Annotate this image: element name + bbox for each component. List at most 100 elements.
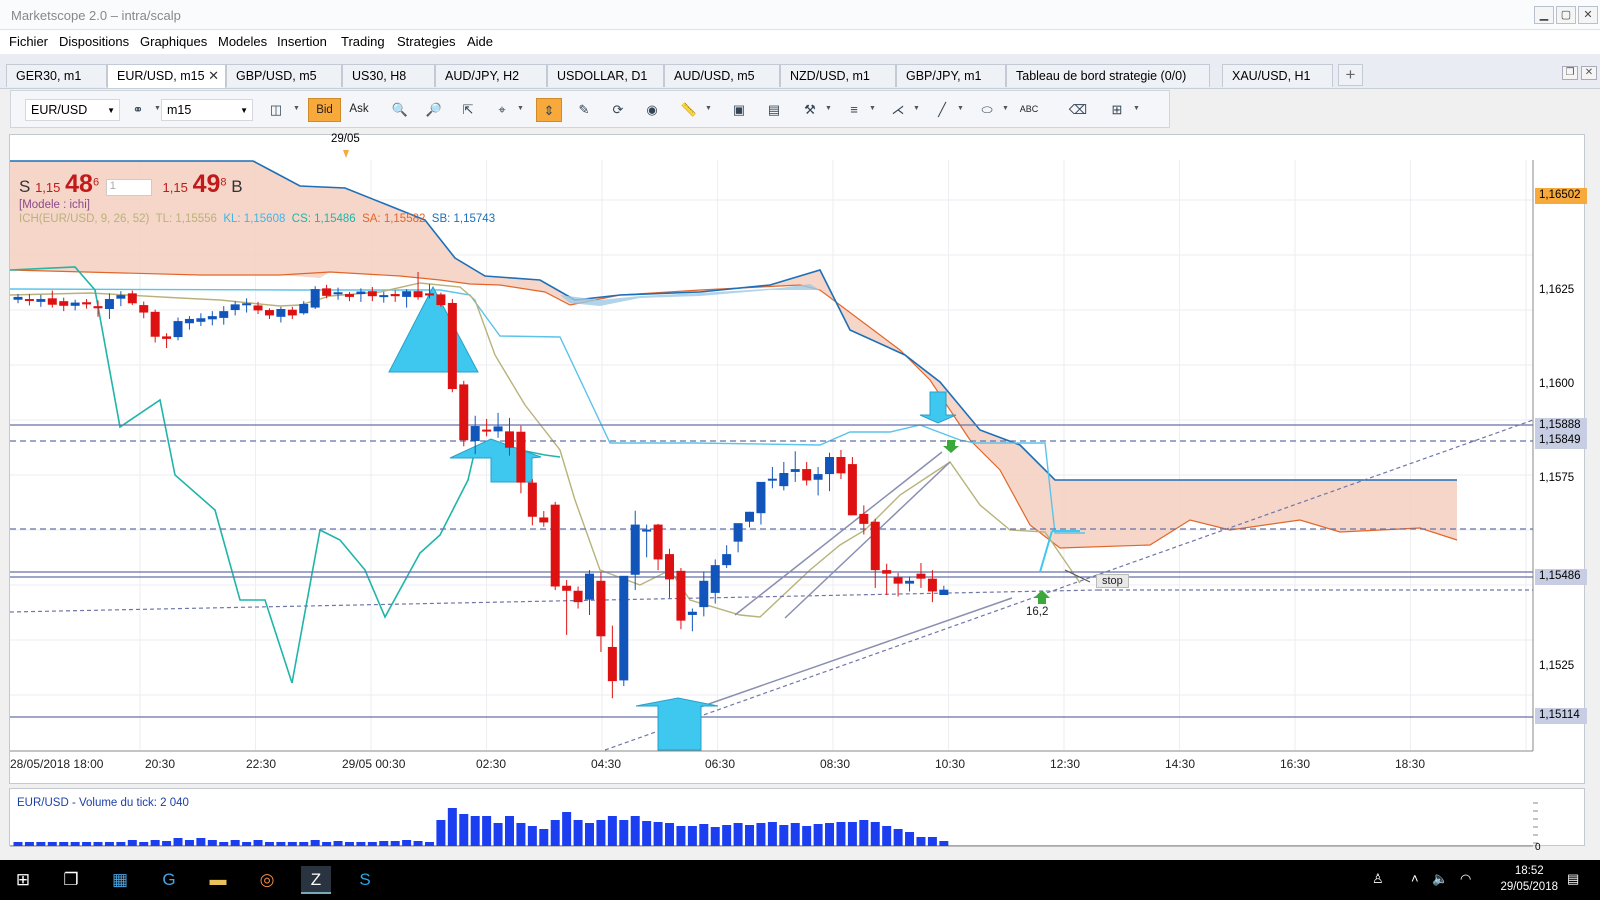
app-g-icon[interactable]: G: [154, 866, 184, 894]
close-tab-icon[interactable]: ✕: [208, 68, 219, 84]
task-view-icon[interactable]: ❐: [56, 866, 86, 894]
price-label: 1,15849: [1535, 433, 1587, 449]
chevron-down-icon[interactable]: ▼: [913, 105, 920, 112]
time-label: 10:30: [935, 757, 966, 771]
chevron-down-icon[interactable]: ▼: [705, 105, 712, 112]
ichimoku-kl: KL: 1,15608: [223, 213, 286, 225]
scroll-chart-icon[interactable]: ⇕: [536, 98, 562, 122]
hierarchy-icon[interactable]: ⊞: [1104, 98, 1130, 122]
sell-price-prefix: 1,15: [35, 180, 61, 195]
bid-button[interactable]: Bid: [308, 98, 341, 122]
model-label: [Modele : ichi]: [19, 199, 90, 211]
stop-order-label[interactable]: stop: [1096, 574, 1129, 588]
image-icon[interactable]: ▣: [726, 98, 752, 122]
chevron-down-icon[interactable]: ▼: [957, 105, 964, 112]
app-monitor-icon[interactable]: ▦: [105, 866, 135, 894]
time-label: 22:30: [246, 757, 277, 771]
chevron-down-icon[interactable]: ▼: [1133, 105, 1140, 112]
chrome-icon[interactable]: ◎: [252, 866, 282, 894]
wifi-icon[interactable]: ◠: [1460, 871, 1471, 887]
zoom-out-icon[interactable]: 🔎: [421, 98, 447, 122]
timeframe-select[interactable]: m15 ▼: [161, 99, 253, 121]
tab-usdollar[interactable]: USDOLLAR, D1: [547, 64, 664, 87]
ruler-icon[interactable]: 📏: [676, 98, 702, 122]
eraser-icon[interactable]: ⌫: [1065, 98, 1091, 122]
price-label: 1,1625: [1539, 284, 1575, 296]
minimize-icon[interactable]: ▁: [1534, 6, 1554, 24]
notification-icon[interactable]: ▤: [1567, 871, 1579, 887]
tab-us30[interactable]: US30, H8: [342, 64, 435, 87]
add-tab-button[interactable]: +: [1338, 64, 1363, 86]
system-clock[interactable]: 18:52 29/05/2018: [1500, 863, 1558, 895]
menu-dispositions[interactable]: Dispositions: [59, 34, 129, 49]
globe-icon[interactable]: ◉: [639, 98, 665, 122]
time-label: 18:30: [1395, 757, 1426, 771]
chevron-down-icon[interactable]: ▼: [154, 105, 161, 112]
volume-axis-zero: 0: [1535, 842, 1541, 853]
indicator-icon[interactable]: ⚒: [797, 98, 823, 122]
close-icon[interactable]: ✕: [1578, 6, 1598, 24]
people-icon[interactable]: ♙: [1372, 871, 1384, 887]
tab-label: AUD/USD, m5: [674, 69, 755, 83]
skype-icon[interactable]: S: [350, 866, 380, 894]
time-label: 02:30: [476, 757, 507, 771]
close-chart-icon[interactable]: ✕: [1581, 66, 1597, 80]
chevron-down-icon[interactable]: ▼: [517, 105, 524, 112]
tab-tableau-de-bord[interactable]: Tableau de bord strategie (0/0): [1006, 64, 1210, 87]
ichimoku-tl: TL: 1,15556: [155, 213, 217, 225]
price-chart-pane[interactable]: [9, 134, 1585, 784]
menu-graphiques[interactable]: Graphiques: [140, 34, 207, 49]
menu-insertion[interactable]: Insertion: [277, 34, 327, 49]
refresh-icon[interactable]: ⟳: [605, 98, 631, 122]
price-label: 1,15888: [1535, 418, 1587, 434]
sell-label: S: [19, 177, 31, 196]
menu-modeles[interactable]: Modeles: [218, 34, 267, 49]
tab-audjpy[interactable]: AUD/JPY, H2: [435, 64, 547, 87]
lines-icon[interactable]: ≡: [841, 98, 867, 122]
tab-gbpjpy[interactable]: GBP/JPY, m1: [896, 64, 1006, 87]
tab-label: EUR/USD, m15: [117, 69, 205, 83]
tab-label: USDOLLAR, D1: [557, 69, 648, 83]
marketscope-icon[interactable]: Z: [301, 866, 331, 894]
text-tool-button[interactable]: ABC: [1016, 98, 1042, 122]
restore-chart-icon[interactable]: ❐: [1562, 66, 1578, 80]
trendline-icon[interactable]: ╱: [929, 98, 955, 122]
speaker-icon[interactable]: 🔈: [1432, 871, 1448, 887]
sell-price-big[interactable]: 48: [65, 170, 93, 198]
chevron-down-icon[interactable]: ▼: [293, 105, 300, 112]
maximize-icon[interactable]: ▢: [1556, 6, 1576, 24]
chevron-down-icon[interactable]: ▼: [1002, 105, 1009, 112]
price-label: 1,15486: [1535, 569, 1587, 585]
tab-label: GER30, m1: [16, 69, 82, 83]
link-icon[interactable]: ⚭: [125, 98, 151, 122]
tab-nzdusd[interactable]: NZD/USD, m1: [780, 64, 896, 87]
buy-price-big[interactable]: 49: [193, 170, 221, 198]
report-icon[interactable]: ▤: [761, 98, 787, 122]
volume-pane[interactable]: [9, 788, 1585, 846]
menu-strategies[interactable]: Strategies: [397, 34, 456, 49]
tab-audusd[interactable]: AUD/USD, m5: [664, 64, 780, 87]
zoom-in-icon[interactable]: 🔍: [387, 98, 413, 122]
tab-label: Tableau de bord strategie (0/0): [1016, 69, 1187, 83]
tab-eurusd-m15[interactable]: EUR/USD, m15 ✕: [107, 64, 226, 88]
tab-xauusd[interactable]: XAU/USD, H1: [1222, 64, 1333, 87]
symbol-select[interactable]: EUR/USD ▼: [25, 99, 120, 121]
cursor-icon[interactable]: ⇱: [455, 98, 481, 122]
quantity-input[interactable]: 1: [105, 179, 152, 197]
tab-ger30[interactable]: GER30, m1: [6, 64, 107, 87]
fan-icon[interactable]: ⋌: [885, 98, 911, 122]
menu-aide[interactable]: Aide: [467, 34, 493, 49]
tab-gbpusd-m5[interactable]: GBP/USD, m5: [226, 64, 342, 87]
menu-trading[interactable]: Trading: [341, 34, 385, 49]
windows-start-icon[interactable]: ⊞: [8, 866, 38, 894]
menu-fichier[interactable]: Fichier: [9, 34, 48, 49]
edit-chart-icon[interactable]: ✎: [571, 98, 597, 122]
ask-button[interactable]: Ask: [343, 98, 375, 122]
chevron-down-icon[interactable]: ▼: [869, 105, 876, 112]
chevron-up-icon[interactable]: ˄: [1411, 871, 1419, 886]
file-explorer-icon[interactable]: ▬: [203, 866, 233, 894]
ellipse-icon[interactable]: ⬭: [974, 98, 1000, 122]
chevron-down-icon[interactable]: ▼: [825, 105, 832, 112]
crosshair-icon[interactable]: ⌖: [489, 98, 515, 122]
chart-type-icon[interactable]: ◫: [263, 98, 289, 122]
